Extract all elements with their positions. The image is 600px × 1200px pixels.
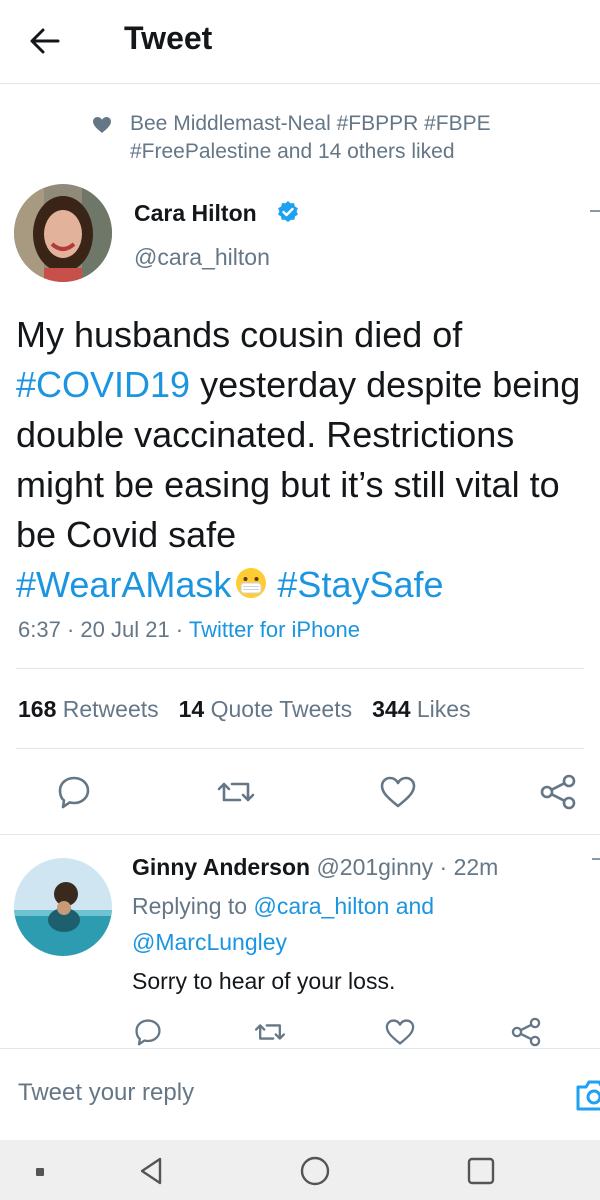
like-icon [380,776,416,808]
back-triangle-icon[interactable] [134,1154,168,1188]
share-button[interactable] [536,770,580,814]
replying-to-link[interactable]: @cara_hilton and [253,893,434,919]
likes-label: Likes [416,696,471,722]
reply-icon [58,776,90,809]
meta-separator: · [169,617,189,642]
more-options-caret-icon[interactable] [590,210,600,216]
retweet-icon [254,1024,286,1040]
reply-reply-button[interactable] [130,1014,166,1050]
replying-to-link[interactable]: @MarcLungley [132,929,287,955]
system-nav-bar [0,1140,600,1200]
tweet-text-part: My husbands cousin died of [16,314,463,355]
page-title: Tweet [124,20,213,56]
tweet-meta: 6:37 · 20 Jul 21 · Twitter for iPhone [18,617,360,643]
recent-apps-dot-icon[interactable] [22,1154,56,1188]
retweet-icon [217,782,255,802]
author-handle[interactable]: @cara_hilton [134,244,270,271]
tweet-text: My husbands cousin died of #COVID19 yest… [16,310,596,610]
hashtag-wearamask[interactable]: #WearAMask [16,564,231,605]
divider [16,748,584,749]
likes-count: 344 [372,696,411,722]
like-button[interactable] [376,770,420,814]
tweet-time: 6:37 [18,617,61,642]
divider [16,668,584,669]
replying-to: Replying to @cara_hilton and @MarcLungley [132,888,572,960]
quote-tweets-stat[interactable]: 14 Quote Tweets [179,696,352,722]
reply-button[interactable] [52,770,96,814]
retweets-label: Retweets [62,696,159,722]
reply-header: Ginny Anderson @201ginny · 22m [132,854,498,881]
divider [0,834,600,835]
app-header: Tweet [0,0,600,84]
tweet-date: 20 Jul 21 [80,617,170,642]
quote-tweets-label: Quote Tweets [210,696,353,722]
reply-like-button[interactable] [382,1014,418,1050]
replying-to-prefix: Replying to [132,893,254,919]
retweets-count: 168 [18,696,57,722]
tweet-stats: 168 Retweets 14 Quote Tweets 344 Likes [18,696,471,723]
reply-composer[interactable]: Tweet your reply [0,1048,600,1140]
likes-stat[interactable]: 344 Likes [372,696,470,722]
tweet-source[interactable]: Twitter for iPhone [189,617,360,642]
verified-badge-icon [278,201,298,222]
reply-item[interactable]: Ginny Anderson @201ginny · 22m Replying … [0,836,600,1047]
reply-share-button[interactable] [508,1014,544,1050]
reply-author-name[interactable]: Ginny Anderson [132,854,310,880]
reply-icon [135,1019,161,1046]
share-icon [540,774,576,810]
arrow-left-icon[interactable] [28,24,62,58]
home-circle-icon[interactable] [298,1154,332,1188]
heart-icon [93,117,111,133]
reply-text: Sorry to hear of your loss. [132,968,396,994]
camera-icon[interactable] [574,1077,600,1113]
meta-separator: · [60,617,81,642]
reply-input[interactable]: Tweet your reply [18,1079,194,1107]
retweets-stat[interactable]: 168 Retweets [18,696,159,722]
retweet-button[interactable] [214,770,258,814]
hashtag-covid19[interactable]: #COVID19 [16,364,190,405]
author-name[interactable]: Cara Hilton [134,200,257,227]
hashtag-staysafe[interactable]: #StaySafe [277,564,443,605]
avatar[interactable] [14,184,112,282]
like-icon [385,1019,415,1045]
share-icon [511,1017,541,1047]
reply-handle-time: @201ginny · 22m [316,854,499,880]
quote-tweets-count: 14 [178,696,205,722]
overview-square-icon[interactable] [464,1154,498,1188]
reply-more-caret-icon[interactable] [592,858,600,864]
social-context-text[interactable]: Bee Middlemast-Neal #FBPPR #FBPE #FreePa… [130,110,570,166]
reply-avatar[interactable] [14,858,112,956]
reply-retweet-button[interactable] [252,1014,288,1050]
mask-emoji-icon [236,568,267,599]
